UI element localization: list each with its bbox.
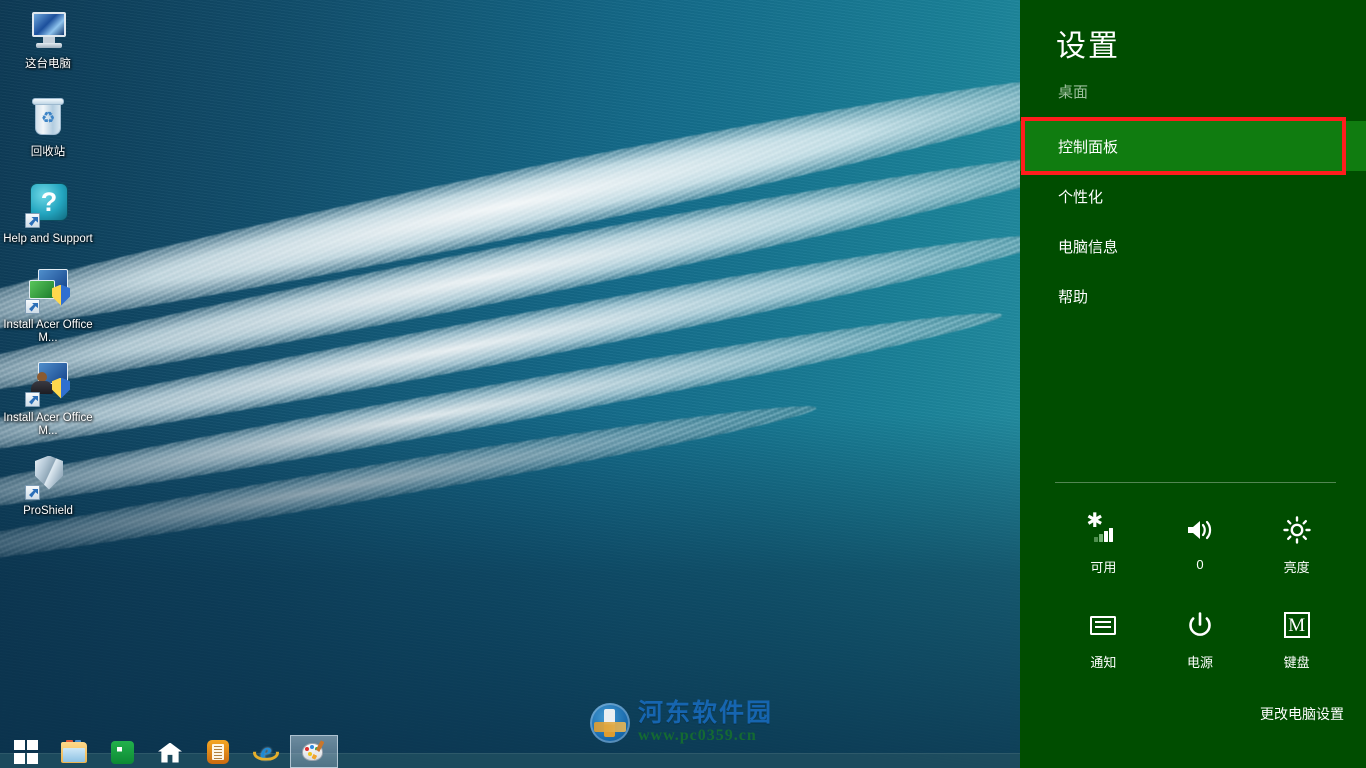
quick-setting-volume[interactable]: 0 bbox=[1152, 505, 1249, 600]
charm-item-label: 个性化 bbox=[1058, 186, 1103, 207]
proshield-icon bbox=[24, 453, 72, 501]
quick-setting-keyboard[interactable]: M 键盘 bbox=[1248, 600, 1345, 695]
store-bag-icon bbox=[108, 738, 136, 766]
quick-setting-notifications[interactable]: 通知 bbox=[1055, 600, 1152, 695]
charm-item-control-panel[interactable]: 控制面板 bbox=[1020, 121, 1366, 171]
notifications-icon bbox=[1081, 608, 1125, 642]
quick-setting-label: 0 bbox=[1196, 557, 1203, 572]
charm-title: 设置 bbox=[1056, 28, 1120, 66]
quick-setting-label: 可用 bbox=[1090, 557, 1116, 576]
help-support-icon: ? bbox=[24, 181, 72, 229]
internet-explorer-icon: e bbox=[252, 738, 280, 766]
desktop-icon-install-acer-office-manager-2[interactable]: Install Acer Office M... bbox=[0, 360, 96, 439]
home-icon bbox=[156, 738, 184, 766]
change-pc-settings-link[interactable]: 更改电脑设置 bbox=[1260, 704, 1344, 724]
windows-logo-icon bbox=[14, 740, 38, 764]
home-button[interactable] bbox=[146, 735, 194, 768]
desktop-icon-recycle-bin[interactable]: ♻ 回收站 bbox=[0, 94, 96, 160]
desktop-icon-this-pc[interactable]: 这台电脑 bbox=[0, 6, 96, 72]
charm-item-personalization[interactable]: 个性化 bbox=[1020, 171, 1366, 221]
quick-setting-label: 亮度 bbox=[1284, 557, 1310, 576]
taskbar-buttons: e bbox=[0, 735, 1020, 768]
install-acer-office-manager-user-icon bbox=[24, 360, 72, 408]
folder-icon bbox=[60, 738, 88, 766]
this-pc-icon bbox=[24, 6, 72, 54]
desktop-icon-label: Install Acer Office M... bbox=[0, 412, 96, 439]
quick-setting-label: 电源 bbox=[1187, 652, 1213, 671]
recycle-bin-icon: ♻ bbox=[24, 94, 72, 142]
quick-setting-label: 通知 bbox=[1090, 652, 1116, 671]
desktop-icon-label: 回收站 bbox=[0, 146, 96, 160]
desktop-icon-label: Install Acer Office M... bbox=[0, 319, 96, 346]
charm-item-label: 电脑信息 bbox=[1058, 236, 1118, 257]
quick-setting-power[interactable]: 电源 bbox=[1152, 600, 1249, 695]
desktop-icon-install-acer-office-manager[interactable]: Install Acer Office M... bbox=[0, 267, 96, 346]
charm-item-label: 控制面板 bbox=[1058, 136, 1118, 157]
desktop-icon-list: 这台电脑 ♻ 回收站 ? Help and Support Install Ac… bbox=[0, 6, 96, 528]
quick-setting-label: 键盘 bbox=[1284, 652, 1310, 671]
watermark-site-name: 河东软件园 bbox=[638, 700, 773, 726]
paint-palette-icon bbox=[300, 738, 328, 766]
volume-icon bbox=[1178, 513, 1222, 547]
settings-charm-panel: 设置 桌面 控制面板 个性化 电脑信息 帮助 ✱ 可用 bbox=[1020, 0, 1366, 768]
paint-button[interactable] bbox=[290, 735, 338, 768]
desktop-icon-help-and-support[interactable]: ? Help and Support bbox=[0, 181, 96, 247]
charm-subtitle: 桌面 bbox=[1058, 82, 1088, 104]
desktop-icon-label: 这台电脑 bbox=[0, 58, 96, 72]
store-button[interactable] bbox=[98, 735, 146, 768]
start-button[interactable] bbox=[2, 735, 50, 768]
desktop-screen: 这台电脑 ♻ 回收站 ? Help and Support Install Ac… bbox=[0, 0, 1366, 768]
install-acer-office-manager-icon bbox=[24, 267, 72, 315]
quick-settings-grid: ✱ 可用 0 bbox=[1055, 505, 1345, 695]
wifi-icon: ✱ bbox=[1081, 513, 1125, 547]
desktop-icon-label: ProShield bbox=[0, 505, 96, 519]
quick-setting-brightness[interactable]: 亮度 bbox=[1248, 505, 1345, 600]
charm-divider bbox=[1055, 482, 1336, 483]
brightness-icon bbox=[1275, 513, 1319, 547]
desktop-icon-proshield[interactable]: ProShield bbox=[0, 453, 96, 519]
power-icon bbox=[1178, 608, 1222, 642]
desktop-icon-label: Help and Support bbox=[0, 233, 96, 247]
file-explorer-button[interactable] bbox=[50, 735, 98, 768]
keyboard-icon: M bbox=[1275, 608, 1319, 642]
charm-item-pc-info[interactable]: 电脑信息 bbox=[1020, 221, 1366, 271]
reader-button[interactable] bbox=[194, 735, 242, 768]
quick-setting-wifi[interactable]: ✱ 可用 bbox=[1055, 505, 1152, 600]
internet-explorer-button[interactable]: e bbox=[242, 735, 290, 768]
charm-item-help[interactable]: 帮助 bbox=[1020, 271, 1366, 321]
charm-item-label: 帮助 bbox=[1058, 286, 1088, 307]
document-icon bbox=[204, 738, 232, 766]
